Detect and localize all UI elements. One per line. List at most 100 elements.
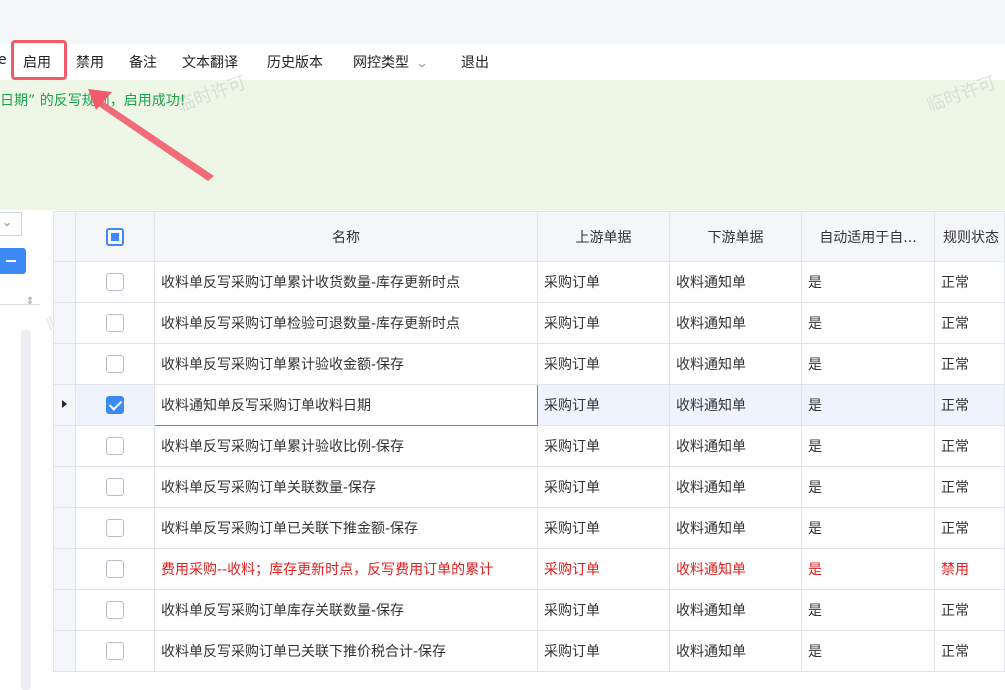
row-checkbox-cell [75,507,155,549]
table-row[interactable]: 收料单反写采购订单累计收货数量-库存更新时点 采购订单 收料通知单是正常 [53,261,1005,303]
row-checkbox-cell [75,425,155,467]
cell-downstream-doc[interactable]: 收料通知单 [669,466,802,508]
cell-upstream-doc[interactable]: 采购订单 [537,630,670,672]
cell-name[interactable]: 收料通知单反写采购订单收料日期 [154,384,538,426]
cell-downstream-doc[interactable]: 收料通知单 [669,261,802,303]
table-row[interactable]: 收料单反写采购订单库存关联数量-保存 采购订单 收料通知单是正常 [53,589,1005,631]
cell-upstream-doc[interactable]: 采购订单 [537,261,670,303]
cell-name[interactable]: 收料单反写采购订单库存关联数量-保存 [154,589,538,631]
cell-name[interactable]: 收料单反写采购订单累计验收金额-保存 [154,343,538,385]
table-row[interactable]: 收料单反写采购订单已关联下推价税合计-保存 采购订单 收料通知单是正常 [53,630,1005,672]
text-translate-button[interactable]: 文本翻译 [182,52,238,72]
table-row[interactable]: 收料通知单反写采购订单收料日期 采购订单 收料通知单是正常 [53,384,1005,426]
column-header-rule-status[interactable]: 规则状态 [934,211,1005,262]
row-indicator-cell [53,589,76,631]
row-checkbox[interactable] [106,601,124,619]
row-checkbox[interactable] [106,396,124,414]
cell-rule-status[interactable]: 禁用 [934,548,1005,590]
exit-button[interactable]: 退出 [461,52,489,72]
row-checkbox-cell [75,548,155,590]
table-row[interactable]: 收料单反写采购订单累计验收比例-保存 采购订单 收料通知单是正常 [53,425,1005,467]
cell-rule-status[interactable]: 正常 [934,589,1005,631]
cell-upstream-doc[interactable]: 采购订单 [537,302,670,344]
row-checkbox-cell [75,384,155,426]
cell-downstream-doc[interactable]: 收料通知单 [669,630,802,672]
sort-icon[interactable]: ⇕ [26,296,34,307]
row-checkbox[interactable] [106,314,124,332]
cell-auto-apply[interactable]: 是 [801,425,935,467]
network-control-type-dropdown[interactable]: 网控类型 ⌄ [353,52,429,72]
row-indicator-cell [53,343,76,385]
history-version-button[interactable]: 历史版本 [267,52,323,72]
cell-name[interactable]: 费用采购--收料；库存更新时点，反写费用订单的累计 [154,548,538,590]
select-all-checkbox[interactable] [106,227,124,246]
table-row[interactable]: 收料单反写采购订单累计验收金额-保存 采购订单 收料通知单是正常 [53,343,1005,385]
cell-rule-status[interactable]: 正常 [934,343,1005,385]
row-checkbox[interactable] [106,642,124,660]
row-indicator-cell [53,425,76,467]
row-checkbox[interactable] [106,478,124,496]
cell-upstream-doc[interactable]: 采购订单 [537,507,670,549]
cell-auto-apply[interactable]: 是 [801,384,935,426]
cell-rule-status[interactable]: 正常 [934,302,1005,344]
cell-downstream-doc[interactable]: 收料通知单 [669,548,802,590]
cell-downstream-doc[interactable]: 收料通知单 [669,425,802,467]
cell-auto-apply[interactable]: 是 [801,302,935,344]
row-checkbox[interactable] [106,437,124,455]
toolbar-fragment: e [0,52,7,68]
cell-auto-apply[interactable]: 是 [801,466,935,508]
cell-rule-status[interactable]: 正常 [934,466,1005,508]
cell-upstream-doc[interactable]: 采购订单 [537,425,670,467]
network-control-type-label: 网控类型 [353,55,409,71]
cell-name[interactable]: 收料单反写采购订单累计收货数量-库存更新时点 [154,261,538,303]
toolbar: e 启用 禁用 备注 文本翻译 历史版本 网控类型 ⌄ 退出 [0,44,1005,80]
cell-name[interactable]: 收料单反写采购订单关联数量-保存 [154,466,538,508]
cell-downstream-doc[interactable]: 收料通知单 [669,589,802,631]
row-checkbox[interactable] [106,519,124,537]
row-checkbox-cell [75,343,155,385]
cell-auto-apply[interactable]: 是 [801,343,935,385]
row-checkbox[interactable] [106,273,124,291]
cell-name[interactable]: 收料单反写采购订单已关联下推金额-保存 [154,507,538,549]
cell-upstream-doc[interactable]: 采购订单 [537,589,670,631]
row-indicator-cell [53,384,76,426]
sidebar-scrollbar[interactable] [21,330,31,690]
cell-rule-status[interactable]: 正常 [934,507,1005,549]
column-header-name[interactable]: 名称 [154,211,538,262]
cell-rule-status[interactable]: 正常 [934,261,1005,303]
cell-auto-apply[interactable]: 是 [801,630,935,672]
table-row[interactable]: 费用采购--收料；库存更新时点，反写费用订单的累计 采购订单 收料通知单是禁用 [53,548,1005,590]
cell-upstream-doc[interactable]: 采购订单 [537,466,670,508]
cell-downstream-doc[interactable]: 收料通知单 [669,302,802,344]
cell-rule-status[interactable]: 正常 [934,384,1005,426]
row-indicator-cell [53,302,76,344]
column-header-downstream-doc[interactable]: 下游单据 [669,211,802,262]
cell-name[interactable]: 收料单反写采购订单累计验收比例-保存 [154,425,538,467]
row-indicator-cell [53,261,76,303]
table-row[interactable]: 收料单反写采购订单检验可退数量-库存更新时点 采购订单 收料通知单是正常 [53,302,1005,344]
column-header-auto-apply[interactable]: 自动适用于自... [801,211,935,262]
cell-name[interactable]: 收料单反写采购订单检验可退数量-库存更新时点 [154,302,538,344]
cell-name[interactable]: 收料单反写采购订单已关联下推价税合计-保存 [154,630,538,672]
sidebar-action-button[interactable] [0,248,26,274]
filter-select[interactable]: ⌄ [0,212,22,236]
cell-auto-apply[interactable]: 是 [801,548,935,590]
cell-auto-apply[interactable]: 是 [801,261,935,303]
cell-upstream-doc[interactable]: 采购订单 [537,343,670,385]
table-row[interactable]: 收料单反写采购订单关联数量-保存 采购订单 收料通知单是正常 [53,466,1005,508]
cell-rule-status[interactable]: 正常 [934,630,1005,672]
row-checkbox[interactable] [106,355,124,373]
row-checkbox[interactable] [106,560,124,578]
cell-downstream-doc[interactable]: 收料通知单 [669,343,802,385]
table-row[interactable]: 收料单反写采购订单已关联下推金额-保存 采购订单 收料通知单是正常 [53,507,1005,549]
cell-upstream-doc[interactable]: 采购订单 [537,548,670,590]
cell-upstream-doc[interactable]: 采购订单 [537,384,670,426]
cell-auto-apply[interactable]: 是 [801,589,935,631]
cell-auto-apply[interactable]: 是 [801,507,935,549]
remark-button[interactable]: 备注 [129,52,157,72]
cell-downstream-doc[interactable]: 收料通知单 [669,507,802,549]
cell-downstream-doc[interactable]: 收料通知单 [669,384,802,426]
cell-rule-status[interactable]: 正常 [934,425,1005,467]
disable-button[interactable]: 禁用 [76,52,104,72]
column-header-upstream-doc[interactable]: 上游单据 [537,211,670,262]
